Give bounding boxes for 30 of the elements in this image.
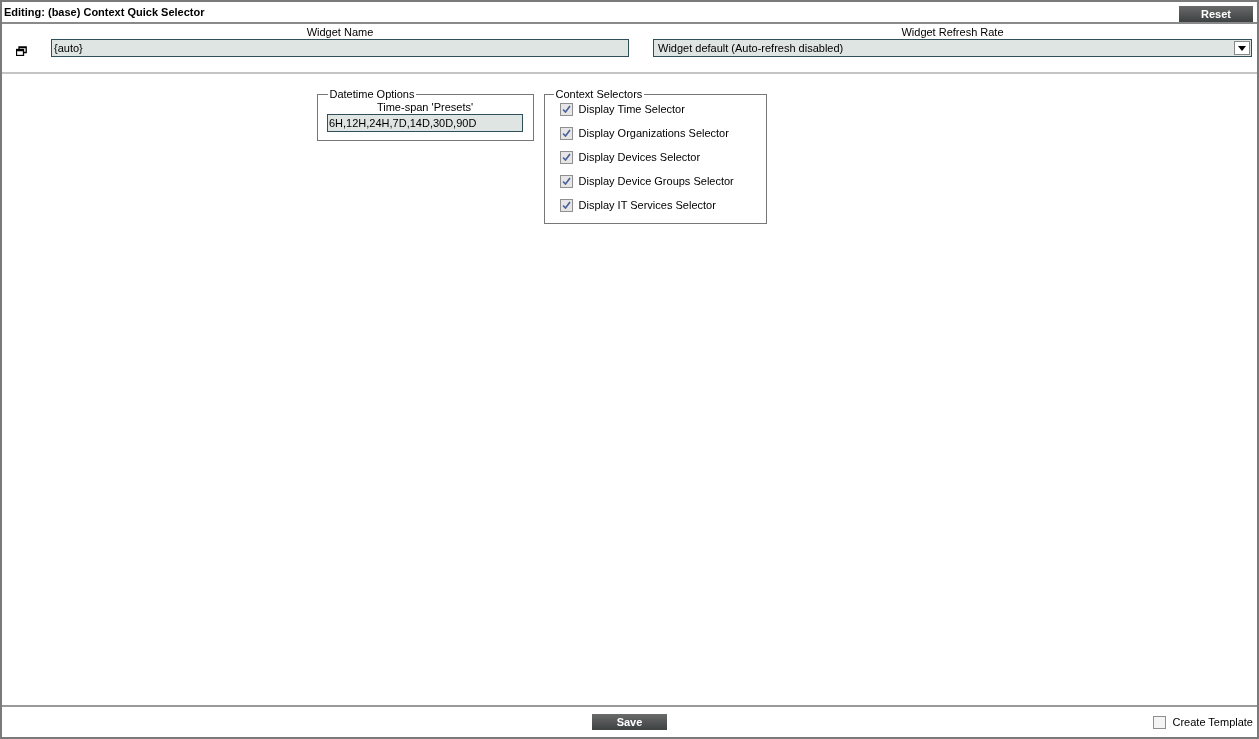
checkbox[interactable] [559,199,573,212]
checkbox[interactable] [559,175,573,188]
presets-field[interactable]: 6H,12H,24H,7D,14D,30D,90D [327,113,523,132]
refresh-rate-dropdown[interactable]: Widget default (Auto-refresh disabled) [653,39,1252,57]
checkmark-icon [561,177,571,186]
reset-button[interactable]: Reset [1179,6,1253,22]
panel-legend: Context Selectors [553,86,645,103]
checkmark-icon [561,105,571,114]
field-label: Time-span 'Presets' [376,100,474,114]
checkbox-label: Display Device Groups Selector [578,174,734,190]
dropdown-value: Widget default (Auto-refresh disabled) [658,40,844,56]
save-button[interactable]: Save [592,714,667,730]
panel-legend: Datetime Options [327,86,417,103]
checkbox-label: Display Organizations Selector [578,126,729,142]
checkmark-icon [561,153,571,162]
checkbox-label: Display Time Selector [578,102,685,118]
checkbox-label: Display Devices Selector [578,150,701,166]
checkbox[interactable] [1153,715,1167,729]
window-restore-icon[interactable] [16,46,27,56]
checkbox[interactable] [559,103,573,116]
field-label: Widget Name [306,26,374,39]
checkbox[interactable] [559,151,573,164]
checkmark-icon [561,129,571,138]
window-title: Editing: (base) Context Quick Selector [4,4,205,20]
field-label: Widget Refresh Rate [901,26,1004,39]
checkbox-label: Display IT Services Selector [578,198,716,214]
checkmark-icon [561,201,571,210]
checkbox-label: Create Template [1172,714,1253,730]
widget-name-field[interactable]: {auto} [51,39,629,57]
checkbox[interactable] [559,127,573,140]
